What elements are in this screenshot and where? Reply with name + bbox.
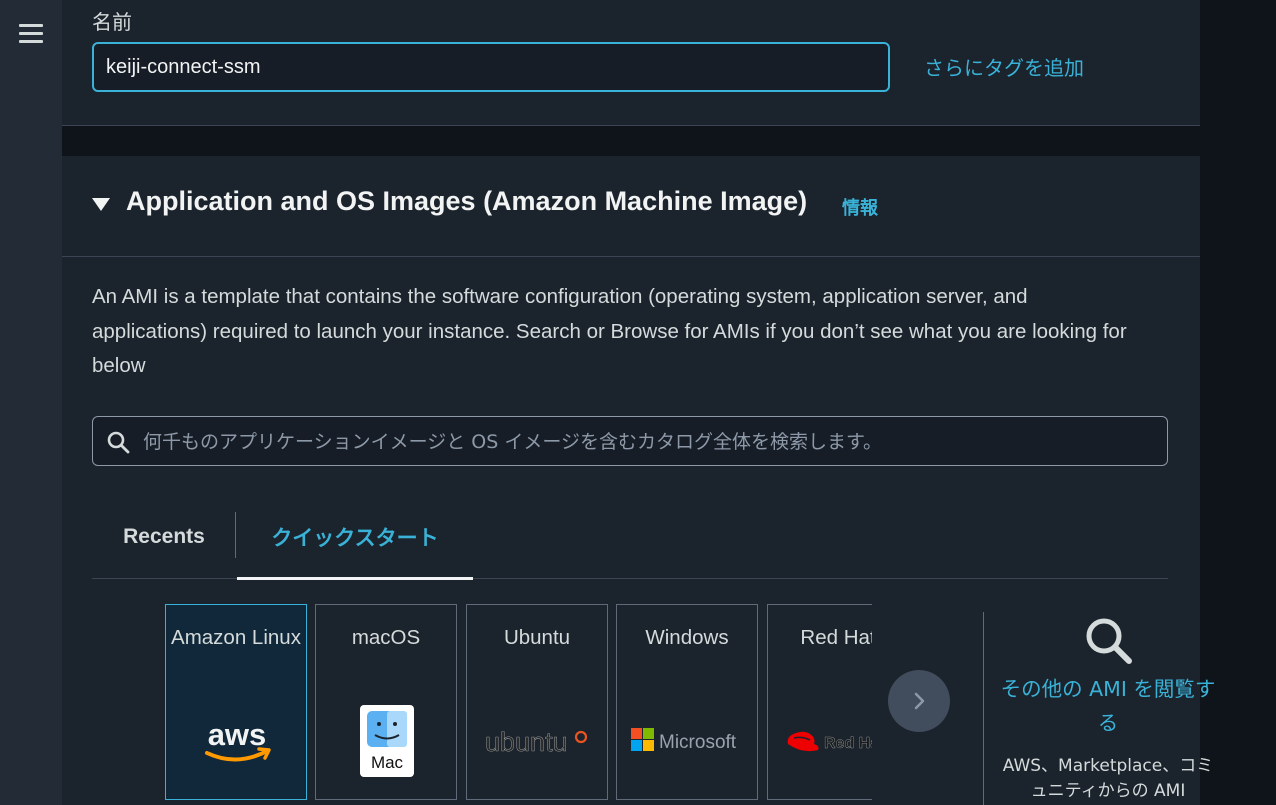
name-input[interactable] [92,42,890,92]
os-tile-strip: Amazon Linux aws macOS Mac Ubuntu ubuntu… [100,604,872,805]
os-tile-label: macOS [351,626,421,649]
ami-search-input[interactable] [141,417,1155,467]
browse-more-amis-link[interactable]: その他の AMI を閲覧する [998,672,1218,740]
svg-text:aws: aws [208,717,267,752]
tab-quick-start[interactable]: クイックスタート [237,496,473,578]
tiles-divider [983,612,984,805]
os-tile-amazon-linux[interactable]: Amazon Linux aws [165,604,307,800]
browse-more-amis: その他の AMI を閲覧する AWS、Marketplace、コミュニティからの… [998,612,1218,805]
svg-text:ubuntu: ubuntu [485,727,568,757]
add-more-tags-link[interactable]: さらにタグを追加 [924,52,1084,81]
menu-icon[interactable] [14,16,48,50]
name-label: 名前 [92,10,132,34]
name-tags-card: 名前 さらにタグを追加 [62,0,1200,126]
ami-tabs: Recents クイックスタート [92,496,1168,580]
microsoft-logo-icon: Microsoft [617,701,759,781]
os-tile-windows[interactable]: Windows Microsoft [616,604,758,800]
browse-more-amis-subtext: AWS、Marketplace、コミュニティからの AMI [1002,756,1214,801]
os-tile-label: Ubuntu [503,626,571,649]
svg-text:Mac: Mac [371,753,404,772]
chevron-right-icon[interactable] [888,670,950,732]
redhat-logo-icon: Red Hat [768,701,872,781]
os-tile-label: Amazon Linux [171,626,301,649]
svg-text:Red Hat: Red Hat [824,735,872,752]
finder-mac-icon: Mac [316,701,458,781]
sidebar-rail [0,0,62,805]
ami-card: Application and OS Images (Amazon Machin… [62,156,1215,805]
search-icon [107,431,130,454]
os-tile-macos[interactable]: macOS Mac [315,604,457,800]
magnifier-icon [1086,618,1132,664]
tab-recents[interactable]: Recents [92,496,236,578]
active-tab-indicator [237,577,473,580]
os-tile-red-hat[interactable]: Red Hat Red Hat [767,604,872,800]
os-tile-label: Red Hat [800,626,872,649]
ubuntu-logo-icon: ubuntu [467,701,609,781]
aws-logo-icon: aws [166,701,308,781]
ami-header: Application and OS Images (Amazon Machin… [62,156,1200,257]
tab-divider [235,512,236,558]
caret-down-icon[interactable] [92,198,110,211]
svg-text:Microsoft: Microsoft [659,732,737,753]
ami-section-title: Application and OS Images (Amazon Machin… [126,186,808,216]
ami-search-box [92,416,1168,467]
ami-description: An AMI is a template that contains the s… [92,285,1127,377]
info-link[interactable]: 情報 [842,194,878,220]
os-tile-label: Windows [645,626,729,649]
os-tile-ubuntu[interactable]: Ubuntu ubuntu [466,604,608,800]
